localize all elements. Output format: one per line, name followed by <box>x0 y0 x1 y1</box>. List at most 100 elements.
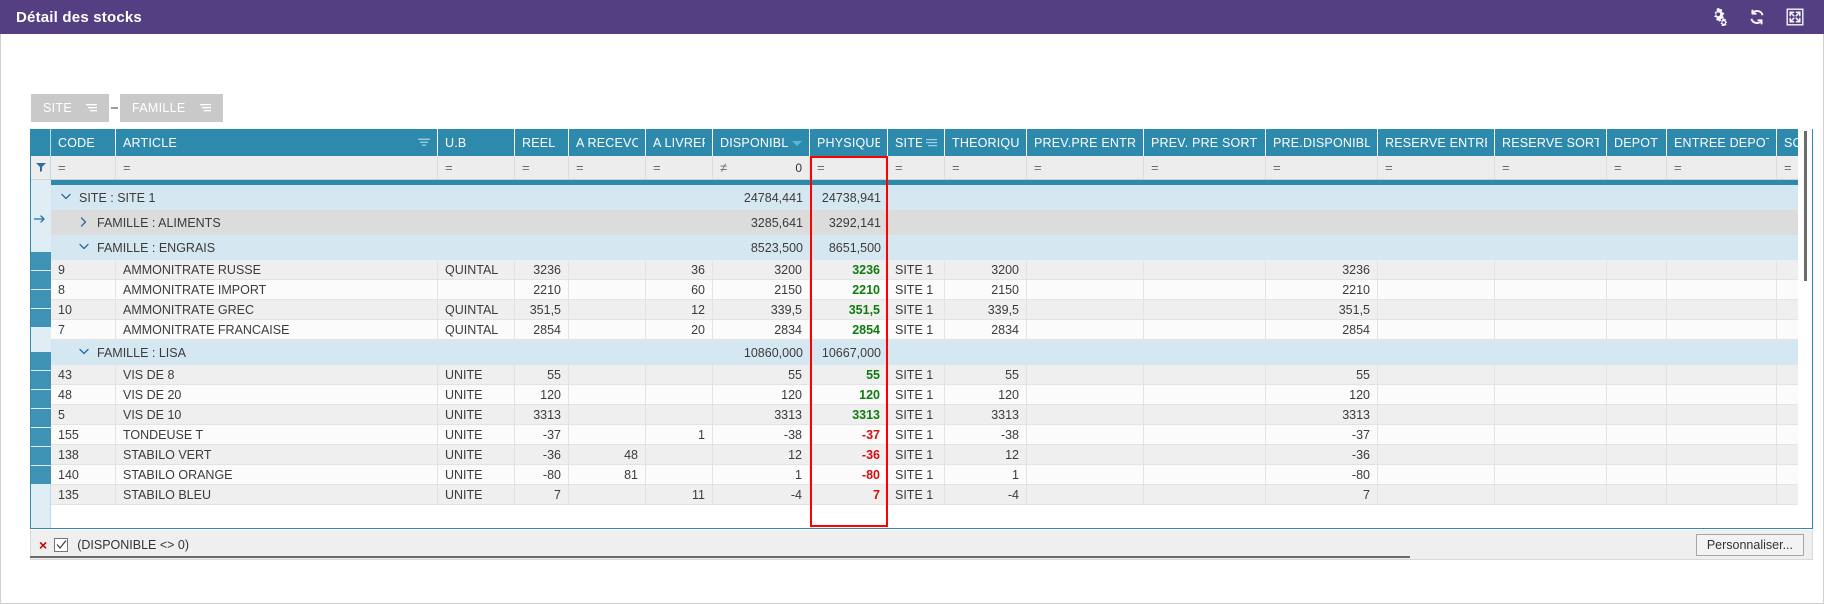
cell-a_livrer[interactable]: 1 <box>646 425 713 445</box>
cell-reserve_sortie[interactable] <box>1495 425 1607 445</box>
filter-operator-a_livrer[interactable]: = <box>653 161 661 174</box>
cell-pre_disponible[interactable]: 2210 <box>1266 280 1378 300</box>
cell-prev_pre_sortie[interactable] <box>1144 300 1266 320</box>
cell-entree_depot[interactable] <box>1667 300 1777 320</box>
cell-code[interactable]: 140 <box>51 465 116 485</box>
cell-article[interactable]: TONDEUSE T <box>116 425 438 445</box>
cell-a_livrer[interactable]: 12 <box>646 300 713 320</box>
cell-a_recevoir[interactable] <box>569 425 646 445</box>
cell-a_recevoir[interactable] <box>569 260 646 280</box>
cell-reel[interactable]: 3313 <box>515 405 569 425</box>
cell-theorique[interactable]: 12 <box>945 445 1027 465</box>
group-icon[interactable] <box>926 136 937 150</box>
cell-article[interactable]: STABILO BLEU <box>116 485 438 505</box>
filter-operator-reserve_entree[interactable]: = <box>1385 161 1393 174</box>
cell-prev_pre_sortie[interactable] <box>1144 365 1266 385</box>
cell-entree_depot[interactable] <box>1667 385 1777 405</box>
cell-reserve_sortie[interactable] <box>1495 320 1607 340</box>
cell-disponible[interactable]: 12 <box>713 445 810 465</box>
cell-code[interactable]: 9 <box>51 260 116 280</box>
cell-ub[interactable] <box>438 280 515 300</box>
cell-prev_pre_entree[interactable] <box>1027 425 1144 445</box>
cell-theorique[interactable]: 2150 <box>945 280 1027 300</box>
cell-a_livrer[interactable] <box>646 465 713 485</box>
filter-cell-ub[interactable]: = <box>438 156 515 179</box>
filter-cell-prev_pre_entree[interactable]: = <box>1027 156 1144 179</box>
cell-article[interactable]: VIS DE 20 <box>116 385 438 405</box>
fullscreen-icon[interactable] <box>1786 8 1804 26</box>
cell-a_livrer[interactable]: 20 <box>646 320 713 340</box>
cell-code[interactable]: 135 <box>51 485 116 505</box>
customize-filter-button[interactable]: Personnaliser... <box>1696 534 1804 556</box>
filter-operator-theorique[interactable]: = <box>952 161 960 174</box>
cell-disponible[interactable]: 2834 <box>713 320 810 340</box>
cell-theorique[interactable]: 55 <box>945 365 1027 385</box>
sort-ascending-icon[interactable] <box>200 101 211 115</box>
filter-cell-a_recevoir[interactable]: = <box>569 156 646 179</box>
cell-pre_disponible[interactable]: 351,5 <box>1266 300 1378 320</box>
cell-a_recevoir[interactable] <box>569 405 646 425</box>
filter-cell-entree_depot[interactable]: = <box>1667 156 1777 179</box>
cell-ub[interactable]: UNITE <box>438 465 515 485</box>
cell-physique[interactable]: 7 <box>810 485 888 505</box>
chevron-down-icon[interactable] <box>79 346 89 360</box>
cell-site[interactable]: SITE 1 <box>888 385 945 405</box>
cell-ub[interactable]: UNITE <box>438 365 515 385</box>
cell-reel[interactable]: 2854 <box>515 320 569 340</box>
cell-depot[interactable] <box>1607 260 1667 280</box>
cell-theorique[interactable]: 120 <box>945 385 1027 405</box>
group-row-header[interactable]: FAMILLE : ALIMENTS <box>51 216 221 230</box>
cell-physique[interactable]: -80 <box>810 465 888 485</box>
cell-theorique[interactable]: -38 <box>945 425 1027 445</box>
cell-entree_depot[interactable] <box>1667 485 1777 505</box>
cell-prev_pre_sortie[interactable] <box>1144 405 1266 425</box>
cell-reserve_entree[interactable] <box>1378 425 1495 445</box>
cell-reserve_entree[interactable] <box>1378 280 1495 300</box>
cell-pre_disponible[interactable]: 120 <box>1266 385 1378 405</box>
group-row[interactable]: FAMILLE : LISA10860,00010667,000 <box>51 340 1812 365</box>
column-header-article[interactable]: ARTICLE <box>116 129 438 156</box>
filter-cell-reserve_sortie[interactable]: = <box>1495 156 1607 179</box>
cell-reserve_entree[interactable] <box>1378 485 1495 505</box>
cell-site[interactable]: SITE 1 <box>888 485 945 505</box>
cell-reserve_sortie[interactable] <box>1495 445 1607 465</box>
cell-reserve_entree[interactable] <box>1378 260 1495 280</box>
cell-code[interactable]: 155 <box>51 425 116 445</box>
cell-prev_pre_sortie[interactable] <box>1144 425 1266 445</box>
cell-reel[interactable]: -37 <box>515 425 569 445</box>
chevron-down-icon[interactable] <box>61 191 71 205</box>
cell-physique[interactable]: 2210 <box>810 280 888 300</box>
column-header-site[interactable]: SITE <box>888 129 945 156</box>
cell-reserve_entree[interactable] <box>1378 300 1495 320</box>
cell-reel[interactable]: 7 <box>515 485 569 505</box>
filter-cell-physique[interactable]: = <box>810 156 888 179</box>
filter-cell-site[interactable]: = <box>888 156 945 179</box>
cell-ub[interactable]: QUINTAL <box>438 260 515 280</box>
cell-disponible[interactable]: 1 <box>713 465 810 485</box>
cell-physique[interactable]: -36 <box>810 445 888 465</box>
cell-depot[interactable] <box>1607 405 1667 425</box>
filter-operator-disponible[interactable]: ≠ <box>720 161 727 174</box>
cell-depot[interactable] <box>1607 465 1667 485</box>
filter-operator-reserve_sortie[interactable]: = <box>1502 161 1510 174</box>
cell-code[interactable]: 43 <box>51 365 116 385</box>
cell-reserve_sortie[interactable] <box>1495 465 1607 485</box>
cell-depot[interactable] <box>1607 485 1667 505</box>
cell-entree_depot[interactable] <box>1667 280 1777 300</box>
cell-theorique[interactable]: 339,5 <box>945 300 1027 320</box>
cell-prev_pre_entree[interactable] <box>1027 365 1144 385</box>
cell-pre_disponible[interactable]: -37 <box>1266 425 1378 445</box>
column-header-entree_depot[interactable]: ENTREE DEPOT <box>1667 129 1777 156</box>
cell-article[interactable]: AMMONITRATE GREC <box>116 300 438 320</box>
cell-a_recevoir[interactable] <box>569 320 646 340</box>
chevron-down-icon[interactable] <box>79 241 89 255</box>
table-row[interactable]: 48VIS DE 20UNITE120120120SITE 1120120 <box>51 385 1812 405</box>
cell-entree_depot[interactable] <box>1667 425 1777 445</box>
vertical-scrollbar-thumb[interactable] <box>1804 131 1807 281</box>
filter-cell-reel[interactable]: = <box>515 156 569 179</box>
cell-site[interactable]: SITE 1 <box>888 300 945 320</box>
cell-physique[interactable]: 3236 <box>810 260 888 280</box>
cell-ub[interactable]: QUINTAL <box>438 300 515 320</box>
cell-disponible[interactable]: 339,5 <box>713 300 810 320</box>
filter-cell-pre_disponible[interactable]: = <box>1266 156 1378 179</box>
